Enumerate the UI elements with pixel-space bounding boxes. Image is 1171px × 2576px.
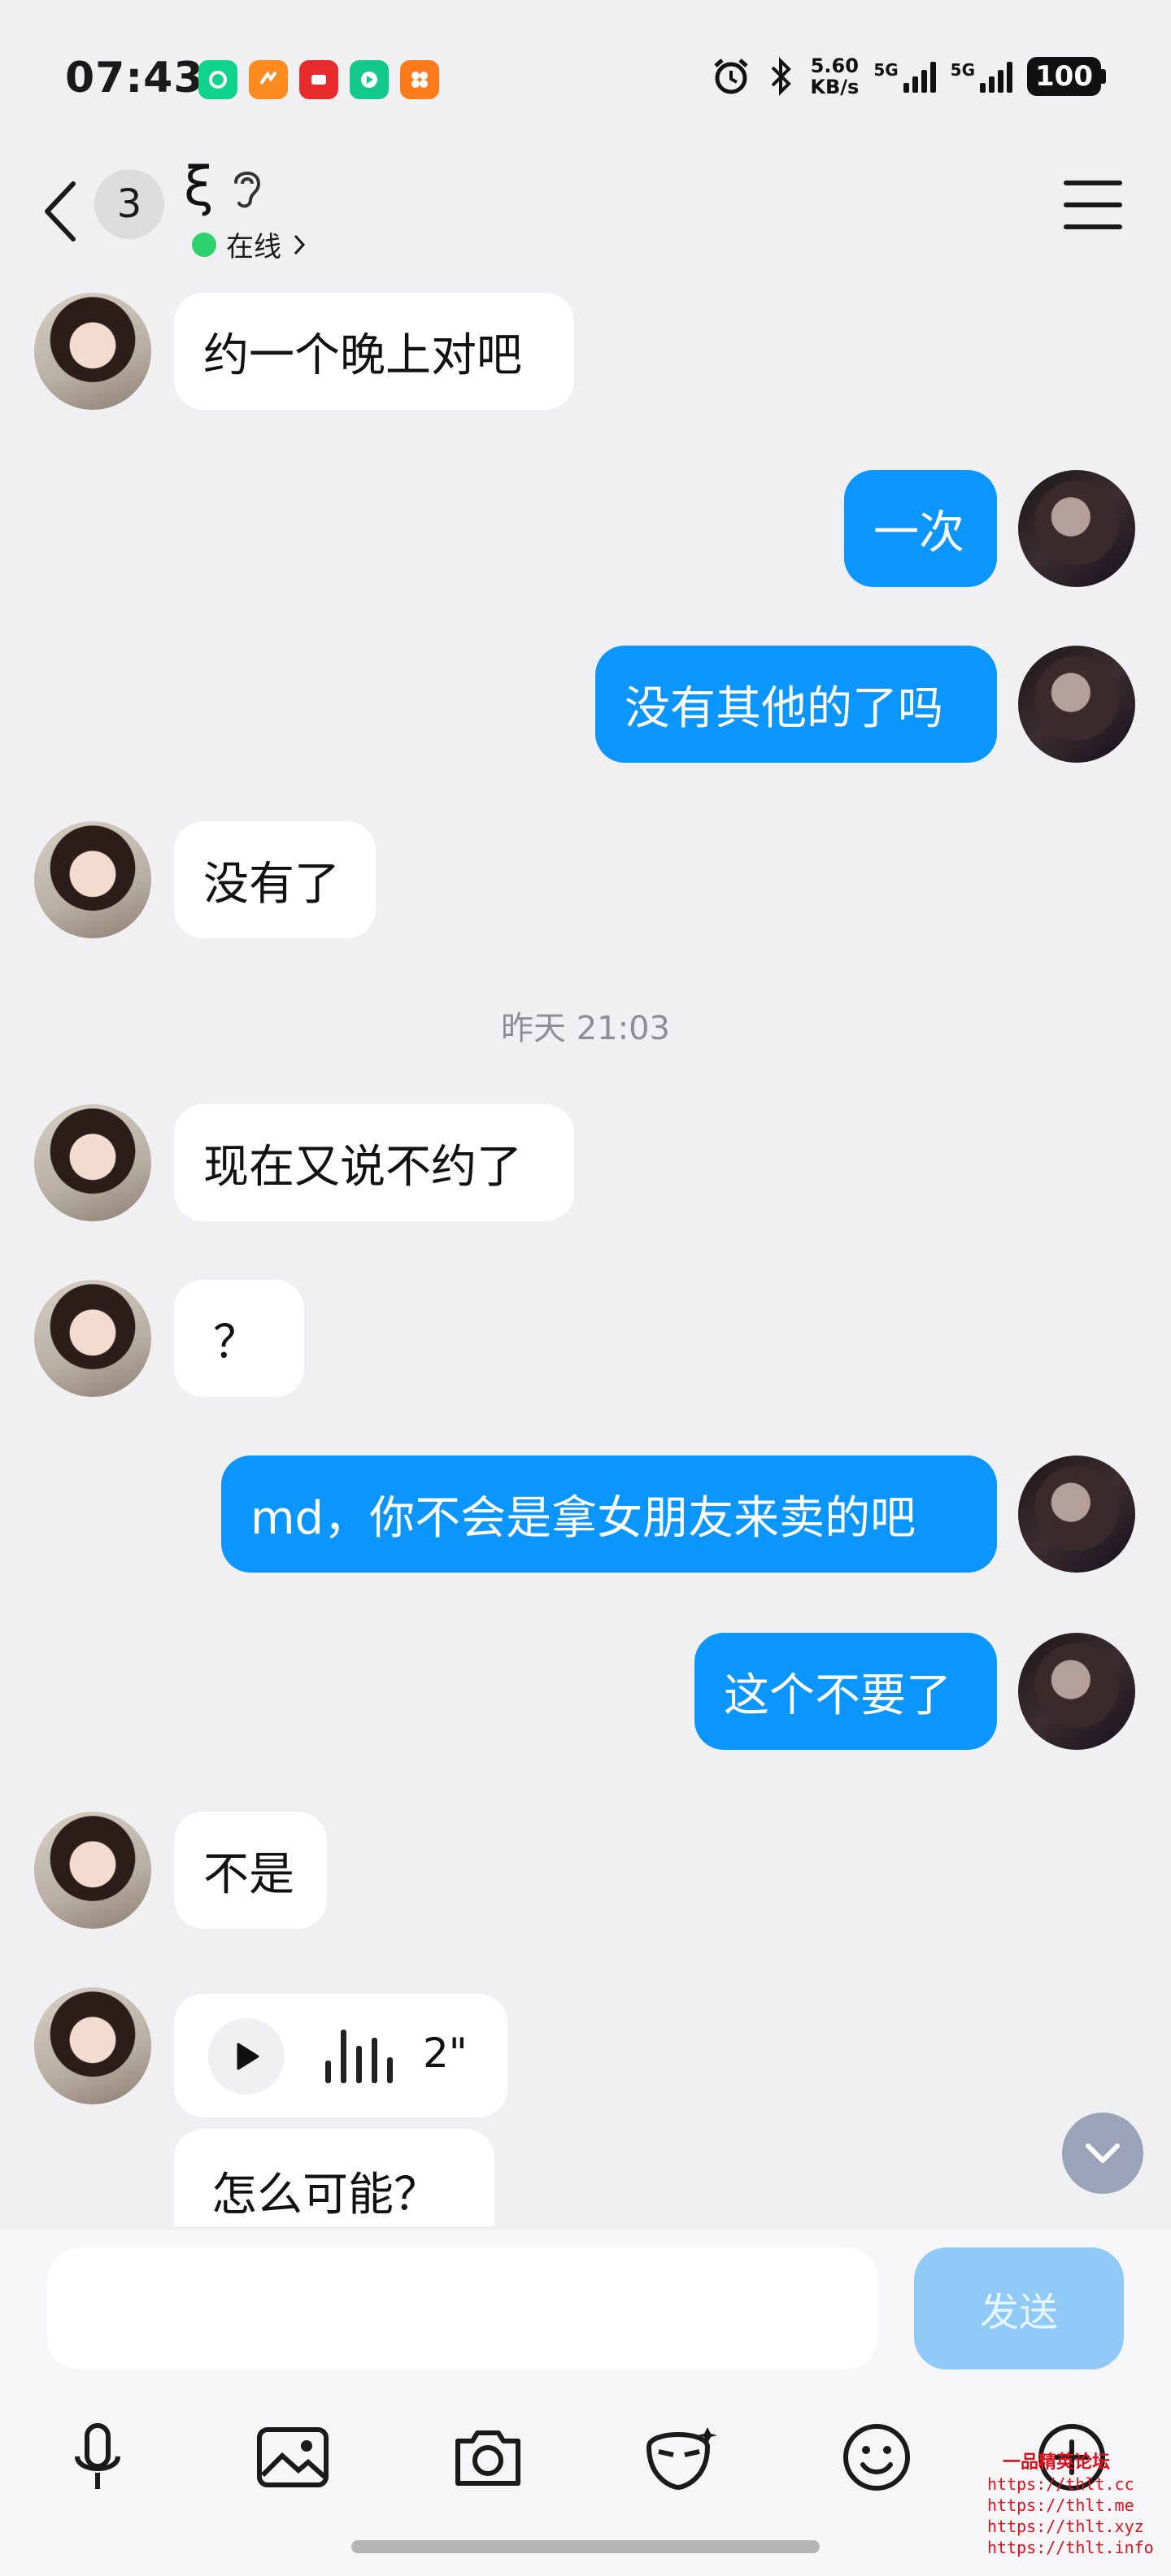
mic-icon bbox=[75, 2423, 120, 2489]
watermark-line: https://thlt.info bbox=[987, 2538, 1154, 2557]
network-speed-unit: KB/s bbox=[810, 76, 860, 98]
alarm-icon bbox=[714, 59, 749, 94]
chat-header: 3 ξ 在线 bbox=[0, 154, 1171, 285]
menu-icon-line bbox=[1064, 224, 1122, 229]
my-avatar[interactable] bbox=[1018, 1633, 1135, 1750]
my-avatar[interactable] bbox=[1018, 470, 1135, 587]
send-button[interactable]: 发送 bbox=[914, 2247, 1124, 2369]
time-separator: 昨天 21:03 bbox=[501, 1010, 670, 1047]
sim1-label: 5G bbox=[873, 60, 899, 80]
message-bubble-incoming[interactable]: 怎么可能？ bbox=[174, 2129, 494, 2226]
status-time: 07:43 bbox=[65, 54, 204, 102]
message-bubble-incoming[interactable]: 现在又说不约了 bbox=[174, 1104, 574, 1221]
online-status[interactable]: 在线 bbox=[192, 224, 307, 264]
watermark-title: 一品精英论坛 bbox=[1002, 2452, 1110, 2473]
play-button[interactable] bbox=[208, 2018, 285, 2095]
network-speed: 5.60 KB/s bbox=[810, 55, 859, 98]
sim2-label: 5G bbox=[950, 60, 976, 80]
app-notification-icon bbox=[249, 60, 288, 99]
photo-album-button[interactable] bbox=[244, 2408, 342, 2506]
menu-icon bbox=[1064, 181, 1122, 185]
menu-icon-line bbox=[1064, 202, 1122, 207]
home-indicator[interactable] bbox=[351, 2540, 820, 2553]
contact-avatar[interactable] bbox=[34, 1812, 151, 1929]
watermark: 一品精英论坛 https://thlt.cc https://thlt.me h… bbox=[987, 2452, 1154, 2558]
chevron-down-icon bbox=[1086, 2143, 1120, 2163]
contact-avatar[interactable] bbox=[34, 1987, 151, 2104]
play-icon bbox=[237, 2043, 259, 2070]
camera-icon bbox=[455, 2430, 520, 2486]
message-bubble-outgoing[interactable]: 一次 bbox=[844, 470, 997, 587]
voice-message-bubble[interactable]: 2" bbox=[174, 1994, 507, 2117]
message-bubble-outgoing[interactable]: 没有其他的了吗 bbox=[595, 646, 997, 763]
online-dot bbox=[192, 232, 216, 257]
notification-app-icons bbox=[198, 60, 439, 99]
mask-icon bbox=[646, 2427, 717, 2491]
emoji-button[interactable] bbox=[828, 2408, 925, 2506]
message-bubble-incoming[interactable]: ？ bbox=[174, 1280, 304, 1397]
contact-avatar[interactable] bbox=[34, 1280, 151, 1397]
ear-icon bbox=[234, 172, 261, 208]
voice-input-button[interactable] bbox=[49, 2408, 146, 2506]
unread-count-badge[interactable]: 3 bbox=[94, 169, 164, 239]
chat-screen: 07:43 5.60 KB/s 5G 5G 100 3 ξ 在线 约一个晚上对吧… bbox=[0, 0, 1171, 2576]
status-indicators: 5.60 KB/s 5G 5G 100 bbox=[711, 55, 1106, 98]
signal-bars-icon bbox=[903, 60, 936, 93]
chevron-left-icon bbox=[45, 181, 76, 242]
watermark-line: https://thlt.cc bbox=[987, 2474, 1134, 2494]
watermark-line: https://thlt.xyz bbox=[987, 2517, 1144, 2536]
voice-waveform-icon bbox=[325, 2026, 393, 2083]
signal-sim1: 5G bbox=[873, 60, 936, 93]
network-speed-value: 5.60 bbox=[810, 54, 859, 77]
battery-level: 100 bbox=[1027, 57, 1101, 96]
chevron-right-icon bbox=[294, 234, 306, 255]
signal-bars-icon bbox=[980, 60, 1013, 93]
watermark-line: https://thlt.me bbox=[987, 2496, 1134, 2515]
contact-name[interactable]: ξ bbox=[184, 154, 214, 220]
status-bar: 07:43 5.60 KB/s 5G 5G 100 bbox=[0, 0, 1171, 146]
menu-button[interactable] bbox=[1064, 181, 1122, 229]
voice-duration: 2" bbox=[423, 2030, 468, 2077]
message-bubble-incoming[interactable]: 没有了 bbox=[174, 821, 376, 938]
message-bubble-outgoing[interactable]: 这个不要了 bbox=[694, 1633, 997, 1750]
scroll-to-bottom-button[interactable] bbox=[1062, 2113, 1143, 2194]
app-notification-icon bbox=[350, 60, 389, 99]
sticker-button[interactable] bbox=[633, 2408, 730, 2506]
back-button[interactable] bbox=[36, 171, 85, 252]
app-notification-icon bbox=[198, 60, 237, 99]
battery-indicator: 100 bbox=[1027, 57, 1106, 96]
contact-avatar[interactable] bbox=[34, 293, 151, 410]
my-avatar[interactable] bbox=[1018, 646, 1135, 763]
signal-sim2: 5G bbox=[950, 60, 1013, 93]
online-status-text: 在线 bbox=[226, 231, 281, 263]
image-icon bbox=[257, 2427, 329, 2487]
emoji-icon bbox=[843, 2424, 910, 2491]
contact-avatar[interactable] bbox=[34, 821, 151, 938]
message-bubble-incoming[interactable]: 约一个晚上对吧 bbox=[174, 293, 574, 410]
app-notification-icon bbox=[299, 60, 338, 99]
message-bubble-outgoing[interactable]: md，你不会是拿女朋友来卖的吧 bbox=[221, 1456, 997, 1573]
message-input[interactable] bbox=[47, 2247, 878, 2369]
camera-button[interactable] bbox=[439, 2408, 537, 2506]
message-bubble-incoming[interactable]: 不是 bbox=[174, 1812, 327, 1929]
contact-avatar[interactable] bbox=[34, 1104, 151, 1221]
my-avatar[interactable] bbox=[1018, 1456, 1135, 1573]
app-notification-icon bbox=[400, 60, 439, 99]
bluetooth-icon bbox=[771, 57, 792, 96]
battery-tip bbox=[1101, 69, 1106, 84]
